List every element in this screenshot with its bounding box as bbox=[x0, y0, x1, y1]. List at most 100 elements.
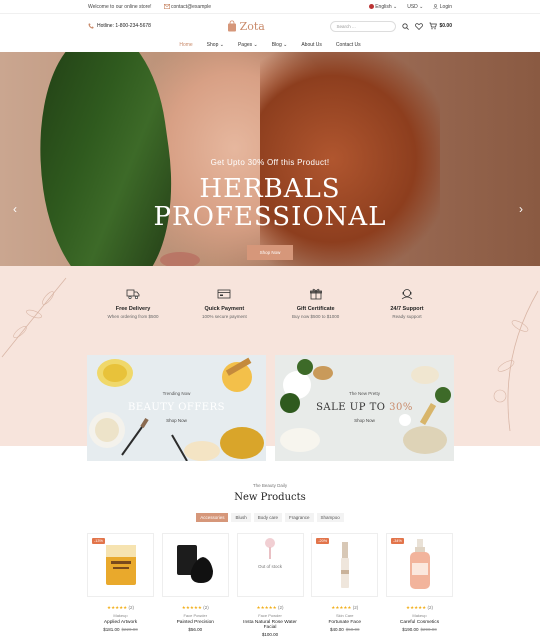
product-card[interactable]: -13% ★★★★★ (2) Makeup Applied Artwork $1… bbox=[87, 533, 154, 637]
welcome-text: Welcome to our online store! bbox=[88, 3, 152, 10]
product-category[interactable]: Skin Care bbox=[311, 613, 378, 618]
product-tabs: Accessories Blush Body care Fragrance Sh… bbox=[0, 513, 540, 522]
rating: ★★★★★ (2) bbox=[107, 605, 134, 610]
decorative-branch-right bbox=[493, 290, 539, 432]
nav-item-pages[interactable]: Pages ⌄ bbox=[238, 42, 258, 48]
product-image[interactable]: Out of stock bbox=[236, 533, 304, 597]
lotion-bottle-image bbox=[409, 539, 430, 589]
rating: ★★★★★ (2) bbox=[331, 605, 359, 610]
chevron-down-icon: ⌄ bbox=[253, 41, 258, 48]
banner-heading-text: SALE UP TO bbox=[316, 402, 386, 413]
email-link[interactable]: contact@example bbox=[163, 3, 211, 10]
nav-item-about[interactable]: About Us bbox=[301, 42, 322, 48]
product-image[interactable]: -13% bbox=[87, 533, 154, 597]
nav-item-blog[interactable]: Blog ⌄ bbox=[272, 42, 288, 48]
product-price: $190.00 $290.00 bbox=[386, 627, 453, 632]
tab-body-care[interactable]: Body care bbox=[253, 513, 282, 522]
rating-count: (2) bbox=[352, 605, 359, 610]
search-input[interactable]: Search ... bbox=[330, 20, 397, 32]
hero-slider: Get Upto 30% Off this Product! HERBALS P… bbox=[0, 52, 540, 266]
hero-shop-now-button[interactable]: Shop Now bbox=[247, 245, 293, 260]
price-old: $50.00 bbox=[345, 627, 360, 632]
tab-shampoo[interactable]: Shampoo bbox=[316, 513, 344, 522]
concealer-tube-image bbox=[340, 542, 349, 588]
feature-support: 24/7 Support Ready support bbox=[362, 288, 452, 319]
page: Welcome to our online store! contact@exa… bbox=[0, 0, 540, 640]
product-image[interactable] bbox=[161, 533, 229, 597]
cart-button[interactable]: $0.00 bbox=[429, 22, 452, 30]
language-label: English bbox=[375, 3, 392, 10]
price-old: $220.00 bbox=[121, 627, 138, 632]
feature-text: Ready support bbox=[392, 314, 422, 319]
nav-item-contact[interactable]: Contact Us bbox=[336, 42, 361, 48]
phone-icon bbox=[88, 23, 94, 29]
product-card[interactable]: -20% ★★★★★ (2) Skin Care Fortunate Face … bbox=[311, 533, 379, 637]
header: Hotline: 1-800-234-5678 Zota Search ... … bbox=[0, 14, 540, 38]
product-category[interactable]: Makeup bbox=[87, 613, 154, 618]
chevron-down-icon: ⌄ bbox=[219, 41, 224, 48]
cart-icon bbox=[429, 22, 438, 30]
truck-icon bbox=[126, 289, 140, 300]
product-category[interactable]: Makeup bbox=[386, 613, 453, 618]
login-link[interactable]: Login bbox=[433, 4, 452, 10]
chevron-down-icon: ⌄ bbox=[419, 3, 424, 10]
hotline-text: Hotline: 1-800-234-5678 bbox=[97, 23, 151, 29]
brush-image bbox=[265, 538, 275, 559]
slider-next-arrow-icon[interactable]: › bbox=[519, 202, 523, 216]
tab-accessories[interactable]: Accessories bbox=[196, 513, 229, 522]
slider-prev-arrow-icon[interactable]: ‹ bbox=[13, 202, 17, 216]
product-name[interactable]: Insta Natural Rose Water Facial bbox=[237, 620, 304, 630]
rating: ★★★★★ (2) bbox=[181, 605, 209, 610]
product-category[interactable]: Face Powder bbox=[162, 613, 229, 618]
tab-fragrance[interactable]: Fragrance bbox=[285, 513, 314, 522]
logo[interactable]: Zota bbox=[227, 20, 265, 33]
product-card[interactable]: ★★★★★ (2) Face Powder Painted Precision … bbox=[161, 533, 229, 637]
hero-title-line1: HERBALS bbox=[199, 174, 341, 204]
makeup-sponge-image bbox=[177, 545, 214, 583]
product-name[interactable]: Painted Precision bbox=[162, 620, 229, 625]
rating-count: (2) bbox=[128, 605, 134, 610]
nav-item-label: Pages bbox=[237, 41, 253, 48]
section-subtitle: The Beauty Daily bbox=[252, 483, 288, 488]
nav-item-label: Shop bbox=[206, 41, 219, 48]
nav-item-home[interactable]: Home bbox=[179, 42, 192, 48]
banner-sale[interactable]: The New Pretty SALE UP TO 30% Shop Now bbox=[275, 355, 454, 461]
feature-title: Free Delivery bbox=[115, 306, 151, 312]
nav-item-shop[interactable]: Shop ⌄ bbox=[207, 42, 224, 48]
price-current: $56.00 bbox=[188, 627, 203, 632]
product-image[interactable]: -34% bbox=[386, 533, 453, 597]
product-card[interactable]: Out of stock ★★★★★ (2) Face Powder Insta… bbox=[236, 533, 304, 637]
tab-blush[interactable]: Blush bbox=[231, 513, 251, 522]
product-name[interactable]: Careful Cosmetics bbox=[386, 620, 453, 625]
banner-shop-link[interactable]: Shop Now bbox=[87, 418, 266, 423]
feature-quick-payment: Quick Payment 100% secure payment bbox=[179, 288, 269, 319]
logo-text: Zota bbox=[239, 19, 265, 33]
hotline[interactable]: Hotline: 1-800-234-5678 bbox=[88, 23, 151, 29]
wishlist-heart-icon[interactable] bbox=[415, 22, 424, 30]
login-label: Login bbox=[439, 3, 452, 10]
product-image[interactable]: -20% bbox=[311, 533, 379, 597]
main-nav: Home Shop ⌄ Pages ⌄ Blog ⌄ About Us Cont… bbox=[0, 38, 540, 51]
product-grid: -13% ★★★★★ (2) Makeup Applied Artwork $1… bbox=[87, 533, 453, 637]
currency-selector[interactable]: USD ⌄ bbox=[407, 4, 423, 10]
product-name[interactable]: Applied Artwork bbox=[87, 620, 154, 625]
gift-icon bbox=[309, 288, 322, 300]
search-icon[interactable] bbox=[402, 22, 410, 30]
language-selector[interactable]: English ⌄ bbox=[368, 3, 397, 10]
price-current: $40.00 bbox=[329, 627, 344, 632]
feature-text: 100% secure payment bbox=[201, 314, 247, 319]
banner-shop-link[interactable]: Shop Now bbox=[275, 418, 454, 423]
product-name[interactable]: Fortunate Face bbox=[311, 620, 378, 625]
product-category[interactable]: Face Powder bbox=[237, 613, 304, 618]
product-price: $56.00 bbox=[162, 627, 229, 632]
mail-icon bbox=[163, 3, 170, 9]
decorative-branch-left bbox=[1, 277, 67, 358]
chevron-down-icon: ⌄ bbox=[283, 41, 288, 48]
feature-gift-certificate: Gift Certificate Buy now $500 to $1000 bbox=[271, 288, 361, 319]
banner-tag: Trending Now bbox=[162, 391, 191, 396]
currency-label: USD bbox=[407, 3, 418, 10]
banner-beauty-offers[interactable]: Trending Now BEAUTY OFFERS Shop Now bbox=[87, 355, 266, 461]
hero-title-line2: PROFESSIONAL bbox=[153, 202, 387, 232]
product-card[interactable]: -34% ★★★★★ (2) Makeup Careful Cosmetics … bbox=[386, 533, 453, 637]
feature-free-delivery: Free Delivery When ordering from $500 bbox=[88, 288, 178, 319]
